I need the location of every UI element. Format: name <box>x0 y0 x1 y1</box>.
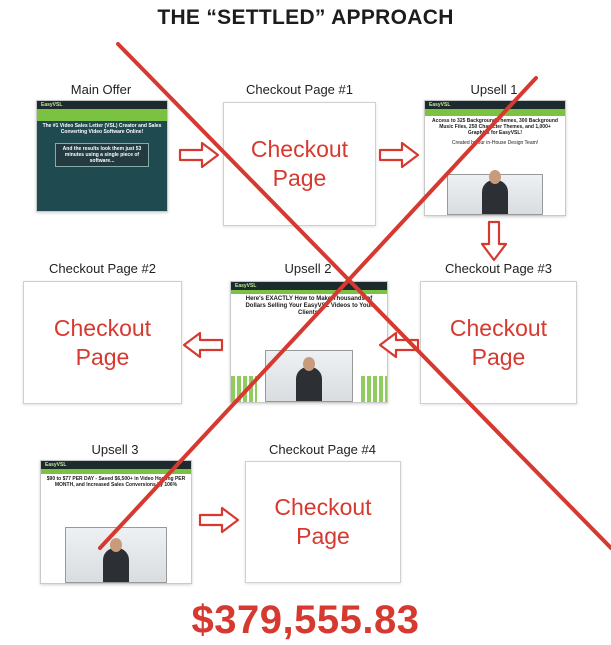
arrow-right-icon <box>198 506 240 534</box>
arrow-right-icon <box>378 141 420 169</box>
cross-out-line-icon <box>98 76 538 550</box>
revenue-total: $379,555.83 <box>191 598 420 642</box>
cross-out-line-icon <box>116 42 611 550</box>
arrow-right-icon <box>178 141 220 169</box>
diagram-overlay <box>98 42 611 550</box>
arrow-down-icon <box>480 220 508 262</box>
arrow-left-icon <box>182 331 224 359</box>
